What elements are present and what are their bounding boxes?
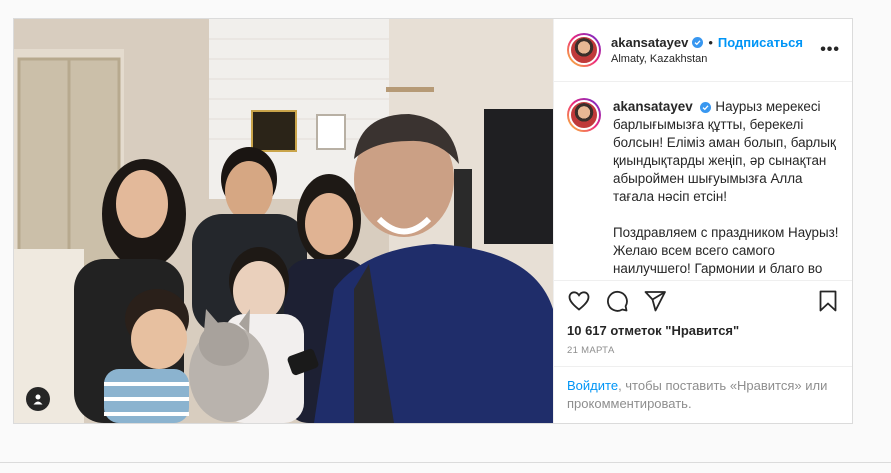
caption-area: akansatayev Наурыз мерекесі барлығымызға… [554,82,852,281]
comment-button[interactable] [605,289,629,313]
user-tag-icon[interactable] [26,387,50,411]
login-link[interactable]: Войдите [567,378,618,393]
post-date[interactable]: 21 МАРТА [554,341,852,367]
login-prompt: Войдите, чтобы поставить «Нравится» или … [554,367,852,423]
caption-avatar[interactable] [567,98,601,132]
caption-username-link[interactable]: akansatayev [613,99,693,114]
post-sidebar: akansatayev • Подписаться Almaty, Kazakh… [553,19,852,423]
verified-badge-icon [700,102,712,113]
share-button[interactable] [643,289,667,313]
divider [0,462,891,463]
instagram-post-embed: akansatayev • Подписаться Almaty, Kazakh… [13,18,853,424]
post-photo[interactable] [14,19,553,423]
location-link[interactable]: Almaty, Kazakhstan [611,53,820,65]
comment-icon [607,290,628,312]
post-header: akansatayev • Подписаться Almaty, Kazakh… [554,19,852,82]
paper-plane-icon [644,291,666,312]
username-link[interactable]: akansatayev [611,35,688,50]
action-bar [554,281,852,321]
verified-badge-icon [692,37,704,48]
separator-dot: • [708,35,713,50]
like-button[interactable] [567,289,591,313]
caption-paragraph-ru: Поздравляем с праздником Наурыз! Желаю в… [613,225,839,280]
bookmark-icon [819,290,837,312]
likes-count[interactable]: 10 617 отметок "Нравится" [554,321,852,341]
heart-icon [568,291,590,311]
avatar[interactable] [567,33,601,67]
caption-paragraph-kk: Наурыз мерекесі барлығымызға құтты, бере… [613,99,836,204]
save-button[interactable] [816,289,840,313]
follow-button[interactable]: Подписаться [718,35,803,50]
header-text: akansatayev • Подписаться Almaty, Kazakh… [611,35,820,65]
more-options-button[interactable]: ••• [820,41,840,59]
caption-text: akansatayev Наурыз мерекесі барлығымызға… [613,98,840,280]
family-selfie-image [14,19,553,423]
